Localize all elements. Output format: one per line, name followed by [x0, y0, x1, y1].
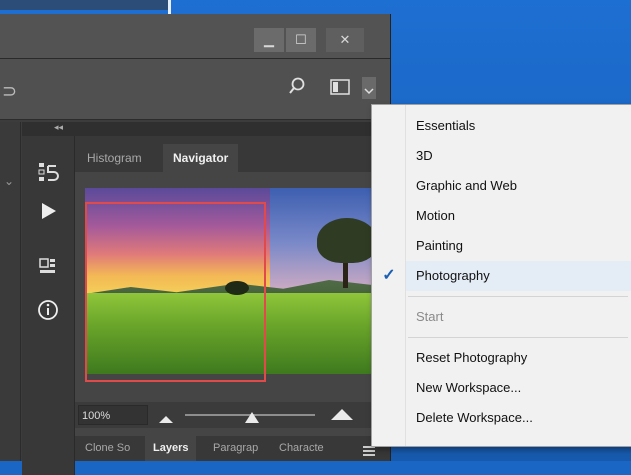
menu-item-motion[interactable]: Motion: [406, 201, 631, 231]
menu-separator: [408, 337, 628, 338]
collapse-arrows-icon[interactable]: ◂◂: [54, 122, 63, 133]
zoom-value-field[interactable]: 100%: [78, 405, 148, 425]
menu-separator: [408, 296, 628, 297]
minimize-button[interactable]: ▁: [254, 28, 284, 52]
panel-collapse-bar[interactable]: ◂◂: [22, 122, 392, 136]
tools-edge-column: ⌄: [0, 122, 21, 461]
history-icon[interactable]: [30, 160, 66, 194]
partial-icon: ⊃: [2, 81, 18, 101]
navigator-panel: Histogram Navigator 100% Clone So Layers…: [75, 136, 390, 461]
panel-tab-bar: Histogram Navigator: [75, 136, 390, 172]
tab-layers[interactable]: Layers: [145, 436, 197, 461]
play-actions-icon[interactable]: [30, 198, 66, 232]
title-bar: ▁ ☐ ✕: [0, 14, 390, 59]
info-icon[interactable]: [30, 298, 66, 332]
zoom-out-icon[interactable]: [159, 410, 173, 428]
3d-panel-icon[interactable]: [30, 254, 66, 288]
menu-item-delete-workspace[interactable]: Delete Workspace...: [406, 403, 631, 433]
navigator-view-box[interactable]: [85, 202, 266, 382]
menu-item-essentials[interactable]: Essentials: [406, 111, 631, 141]
workspace-dropdown-menu: Essentials 3D Graphic and Web Motion Pai…: [371, 104, 631, 447]
checkmark-icon: ✓: [382, 267, 396, 284]
tab-histogram[interactable]: Histogram: [77, 144, 152, 172]
menu-item-graphic-and-web[interactable]: Graphic and Web: [406, 171, 631, 201]
close-button[interactable]: ✕: [326, 28, 364, 52]
workspace-dropdown-arrow[interactable]: [362, 77, 376, 99]
chevron-icon: ⌄: [4, 174, 15, 188]
panel-icon-column: [22, 136, 75, 475]
menu-item-new-workspace[interactable]: New Workspace...: [406, 373, 631, 403]
tab-character[interactable]: Characte: [271, 436, 343, 461]
thumbnail-tree: [317, 218, 377, 263]
zoom-in-icon[interactable]: [331, 407, 353, 425]
menu-item-photography[interactable]: Photography: [406, 261, 631, 291]
zoom-slider-knob[interactable]: [245, 412, 259, 423]
menu-item-3d[interactable]: 3D: [406, 141, 631, 171]
background-window-edge: [0, 0, 170, 10]
tab-clone-source[interactable]: Clone So: [77, 436, 147, 461]
menu-item-start: Start: [416, 309, 444, 324]
zoom-row: 100%: [75, 402, 390, 428]
tab-navigator[interactable]: Navigator: [163, 144, 239, 172]
tab-paragraph[interactable]: Paragrap: [205, 436, 275, 461]
workspace-icon[interactable]: [330, 79, 350, 100]
menu-item-painting[interactable]: Painting: [406, 231, 631, 261]
photoshop-window: ▁ ☐ ✕ ⊃ ◂◂ ⌄ Histogram Navigator 100% Cl…: [0, 14, 392, 475]
options-bar: ⊃: [0, 59, 390, 120]
menu-item-reset-photography[interactable]: Reset Photography: [406, 343, 631, 373]
bottom-tab-bar: Clone So Layers Paragrap Characte: [75, 436, 390, 461]
search-icon[interactable]: [288, 77, 306, 100]
maximize-button[interactable]: ☐: [286, 28, 316, 52]
